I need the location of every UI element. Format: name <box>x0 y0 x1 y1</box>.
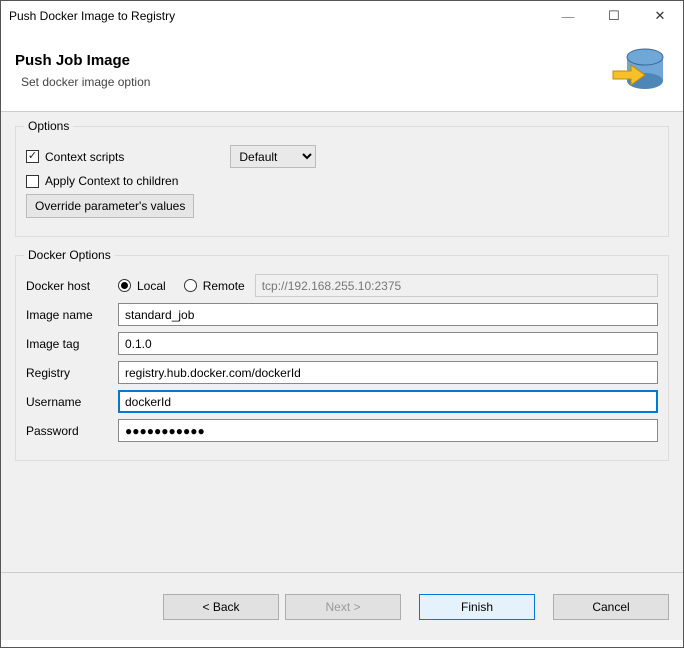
docker-options-group: Docker Options Docker host Local Remote … <box>15 255 669 461</box>
username-label: Username <box>26 395 118 409</box>
docker-host-remote-radio[interactable] <box>184 279 197 292</box>
context-scripts-label: Context scripts <box>45 150 124 164</box>
wizard-header-text: Push Job Image Set docker image option <box>15 52 611 89</box>
image-tag-label: Image tag <box>26 337 118 351</box>
window-title: Push Docker Image to Registry <box>9 9 545 23</box>
window-controls: ― ☐ ✕ <box>545 1 683 31</box>
wizard-footer: < Back Next > Finish Cancel <box>1 572 683 640</box>
docker-host-local-label: Local <box>137 279 166 293</box>
image-tag-input[interactable] <box>118 332 658 355</box>
override-params-button[interactable]: Override parameter's values <box>26 194 194 218</box>
page-subtitle: Set docker image option <box>15 75 611 89</box>
registry-label: Registry <box>26 366 118 380</box>
apply-children-checkbox[interactable] <box>26 175 39 188</box>
registry-input[interactable] <box>118 361 658 384</box>
username-input[interactable] <box>118 390 658 413</box>
finish-button[interactable]: Finish <box>419 594 535 620</box>
docker-remote-url-input <box>255 274 658 297</box>
next-button: Next > <box>285 594 401 620</box>
back-button[interactable]: < Back <box>163 594 279 620</box>
image-name-input[interactable] <box>118 303 658 326</box>
close-button[interactable]: ✕ <box>637 1 683 31</box>
apply-children-label: Apply Context to children <box>45 174 178 188</box>
docker-options-legend: Docker Options <box>24 248 115 262</box>
options-group: Options ✓ Context scripts Default Apply … <box>15 126 669 237</box>
image-name-label: Image name <box>26 308 118 322</box>
password-input[interactable] <box>118 419 658 442</box>
titlebar: Push Docker Image to Registry ― ☐ ✕ <box>1 1 683 31</box>
maximize-button[interactable]: ☐ <box>591 1 637 31</box>
cancel-button[interactable]: Cancel <box>553 594 669 620</box>
docker-host-label: Docker host <box>26 279 118 293</box>
context-scripts-checkbox[interactable]: ✓ <box>26 150 39 163</box>
wizard-icon <box>611 41 669 99</box>
docker-host-local-radio[interactable] <box>118 279 131 292</box>
docker-host-remote-label: Remote <box>203 279 245 293</box>
docker-host-radios: Local Remote <box>118 279 245 293</box>
options-legend: Options <box>24 119 73 133</box>
page-title: Push Job Image <box>15 52 611 69</box>
content-area: Options ✓ Context scripts Default Apply … <box>1 112 683 572</box>
context-combo[interactable]: Default <box>230 145 316 168</box>
minimize-button[interactable]: ― <box>545 1 591 31</box>
wizard-header: Push Job Image Set docker image option <box>1 31 683 112</box>
password-label: Password <box>26 424 118 438</box>
